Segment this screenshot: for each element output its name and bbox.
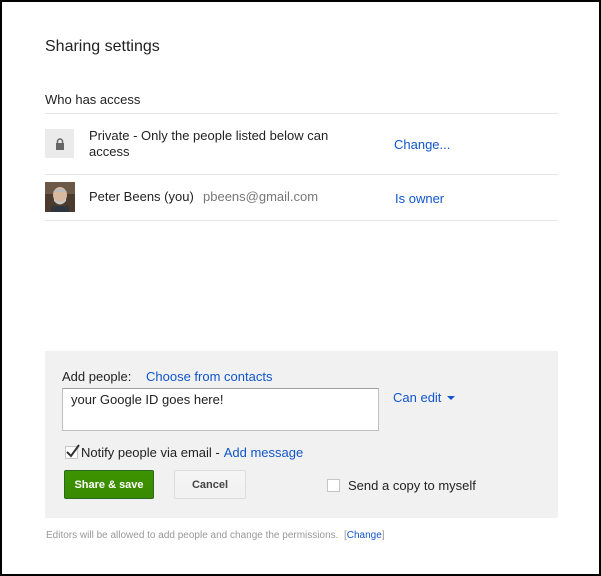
notify-row: Notify people via email - Add message	[65, 444, 304, 460]
sharing-settings-dialog: Sharing settings Who has access Private …	[0, 0, 601, 576]
notify-checkbox[interactable]	[65, 444, 80, 459]
send-copy-row: Send a copy to myself	[327, 478, 476, 493]
owner-email: pbeens@gmail.com	[203, 189, 319, 204]
divider	[45, 113, 558, 114]
share-and-save-button[interactable]: Share & save	[64, 470, 154, 499]
send-copy-checkbox[interactable]	[327, 479, 340, 492]
lock-icon	[45, 129, 74, 158]
footer-text: Editors will be allowed to add people an…	[46, 530, 339, 541]
footer-note: Editors will be allowed to add people an…	[46, 530, 385, 541]
send-copy-label: Send a copy to myself	[348, 478, 476, 493]
owner-role-link[interactable]: Is owner	[395, 191, 444, 206]
chevron-down-icon	[447, 396, 456, 400]
cancel-button[interactable]: Cancel	[174, 470, 246, 499]
visibility-description: Private - Only the people listed below c…	[89, 128, 329, 159]
choose-from-contacts-link[interactable]: Choose from contacts	[146, 369, 272, 384]
add-message-link[interactable]: Add message	[224, 445, 304, 460]
change-visibility-link[interactable]: Change...	[394, 137, 450, 152]
dialog-title: Sharing settings	[45, 38, 160, 55]
footer-change-link[interactable]: Change	[347, 530, 382, 541]
avatar	[45, 182, 75, 212]
add-people-label: Add people:	[62, 369, 132, 384]
permission-dropdown-label: Can edit	[393, 390, 442, 405]
footer-bracket-close: ]	[381, 530, 385, 541]
divider	[45, 220, 558, 221]
who-has-access-heading: Who has access	[45, 92, 141, 107]
notify-label: Notify people via email -	[81, 445, 220, 460]
permission-dropdown[interactable]: Can edit	[393, 390, 456, 405]
checkmark-icon	[66, 444, 80, 458]
owner-name: Peter Beens (you)	[89, 189, 194, 204]
divider	[45, 174, 558, 175]
add-people-input[interactable]	[62, 388, 379, 431]
